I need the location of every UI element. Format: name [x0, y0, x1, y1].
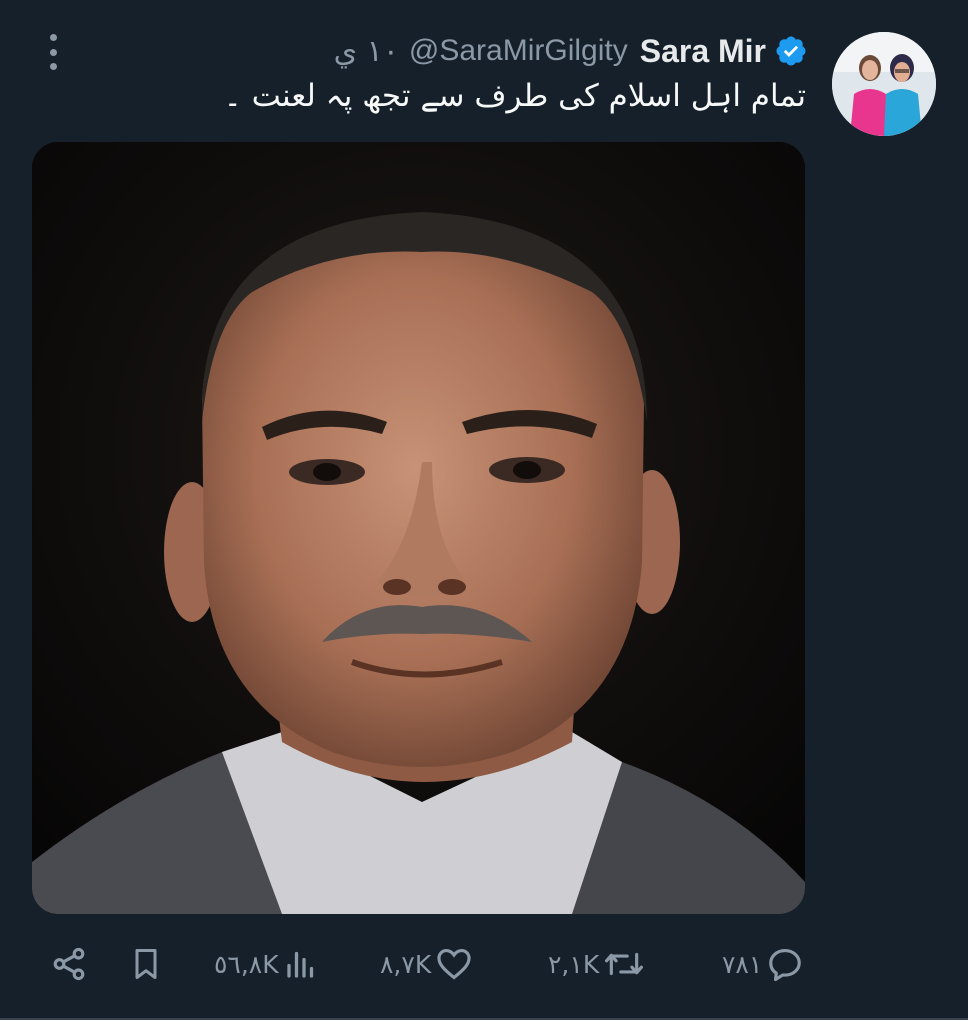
retweet-icon [605, 952, 644, 976]
tweet-photo[interactable] [32, 142, 805, 914]
tweet-header: ١٠ ي @SaraMirGilgity Sara Mir [334, 28, 808, 74]
avatar[interactable] [832, 32, 936, 136]
views-icon [286, 951, 313, 978]
reply-icon [769, 948, 802, 982]
views-count: ٥٦,٨K [214, 949, 279, 979]
retweets-count: ٢,١K [548, 949, 600, 979]
heart-icon [437, 948, 471, 980]
display-name[interactable]: Sara Mir [640, 33, 766, 70]
bookmark-icon [135, 949, 157, 979]
user-handle[interactable]: @SaraMirGilgity [409, 34, 628, 68]
reply-button[interactable]: ٧٨١ [722, 940, 804, 988]
bookmark-button[interactable] [128, 940, 164, 988]
likes-count: ٨,٧K [380, 949, 432, 979]
share-button[interactable] [50, 940, 88, 988]
tweet-time[interactable]: ١٠ ي [334, 34, 399, 69]
tweet-text: تمام اہل اسلام کی طرف سے تجھ پہ لعنت ۔ [223, 78, 806, 114]
replies-count: ٧٨١ [722, 949, 763, 979]
verified-badge-icon [776, 36, 806, 66]
portrait-photo [32, 142, 805, 914]
retweet-button[interactable]: ٢,١K [548, 940, 645, 988]
more-options-icon[interactable] [38, 34, 68, 70]
views-button[interactable]: ٥٦,٨K [214, 940, 319, 988]
share-icon [53, 947, 85, 981]
avatar-photo [832, 32, 936, 136]
tweet-actions: ٥٦,٨K ٨,٧K ٢,١K ٧٨١ [0, 940, 968, 988]
tweet[interactable]: ١٠ ي @SaraMirGilgity Sara Mir تمام اہل ا… [0, 0, 968, 1020]
like-button[interactable]: ٨,٧K [380, 940, 473, 988]
